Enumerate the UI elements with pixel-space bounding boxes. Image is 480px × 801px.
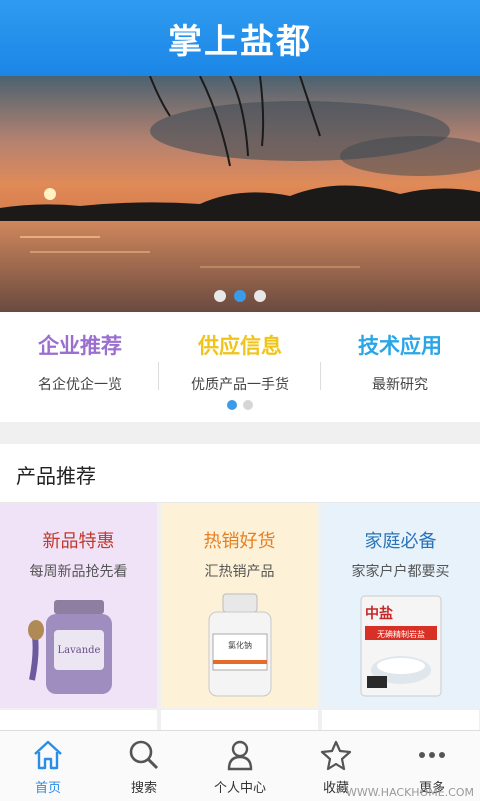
product-card-hot[interactable]: 热销好货 汇热销产品 氯化钠 [161,503,318,708]
search-icon [96,737,192,773]
product-image-jar: Lavande [0,590,157,700]
category-supply[interactable]: 供应信息 优质产品一手货 [160,330,320,394]
salt-name: 无碘精制岩盐 [377,629,425,639]
product-image-bottle: 氯化钠 [161,590,318,700]
product-title: 热销好货 [203,531,276,552]
tab-profile[interactable]: 个人中心 [192,737,288,796]
favorite-icon [288,737,384,773]
page-dot[interactable] [243,400,253,410]
product-title: 家庭必备 [364,531,437,552]
product-desc: 每周新品抢先看 [29,564,128,580]
banner-carousel[interactable] [0,76,480,312]
jar-label: Lavande [57,645,100,656]
divider [158,362,159,390]
carousel-dot-active[interactable] [234,290,246,302]
category-enterprise[interactable]: 企业推荐 名企优企一览 [0,330,160,394]
tab-search[interactable]: 搜索 [96,737,192,796]
product-grid-row-2 [0,708,480,730]
app-header: 掌上盐都 [0,0,480,76]
product-card-peek[interactable] [322,710,479,730]
product-card-peek[interactable] [0,710,157,730]
category-subtitle: 最新研究 [372,377,428,393]
carousel-indicator [0,290,480,302]
sunset-lake-image [0,76,480,312]
more-icon [384,737,480,773]
category-title: 企业推荐 [38,334,122,358]
bottle-label: 氯化钠 [228,640,252,650]
bottom-tab-bar: 首页 搜索 个人中心 收藏 更多 WWW.HACKHOME.COM [0,730,480,801]
product-card-new[interactable]: 新品特惠 每周新品抢先看 Lavande [0,503,157,708]
product-grid: 新品特惠 每周新品抢先看 Lavande 热销好货 汇热销产品 氯化钠 家庭必备… [0,503,480,708]
category-page-indicator [0,400,480,410]
salt-brand: 中盐 [365,605,393,622]
section-title: 产品推荐 [16,464,96,488]
tab-label: 个人中心 [213,781,266,796]
watermark: WWW.HACKHOME.COM [345,786,474,799]
person-icon [192,737,288,773]
tab-label: 搜索 [130,781,157,796]
category-subtitle: 名企优企一览 [38,377,122,393]
product-card-peek[interactable] [161,710,318,730]
category-subtitle: 优质产品一手货 [191,377,289,393]
product-desc: 家家户户都要买 [351,564,450,580]
category-title: 技术应用 [358,334,442,358]
category-panel: 企业推荐 名企优企一览 供应信息 优质产品一手货 技术应用 最新研究 [0,312,480,422]
app-title: 掌上盐都 [168,21,312,62]
tab-home[interactable]: 首页 [0,737,96,796]
carousel-dot[interactable] [254,290,266,302]
carousel-dot[interactable] [214,290,226,302]
product-card-home[interactable]: 家庭必备 家家户户都要买 中盐 无碘精制岩盐 [322,503,479,708]
home-icon [0,737,96,773]
product-image-salt-bag: 中盐 无碘精制岩盐 [322,590,479,700]
product-title: 新品特惠 [42,531,115,552]
product-desc: 汇热销产品 [204,564,275,580]
tab-label: 首页 [34,781,61,796]
section-header: 产品推荐 [0,444,480,503]
page-dot-active[interactable] [227,400,237,410]
category-tech[interactable]: 技术应用 最新研究 [320,330,480,394]
category-title: 供应信息 [198,334,282,358]
